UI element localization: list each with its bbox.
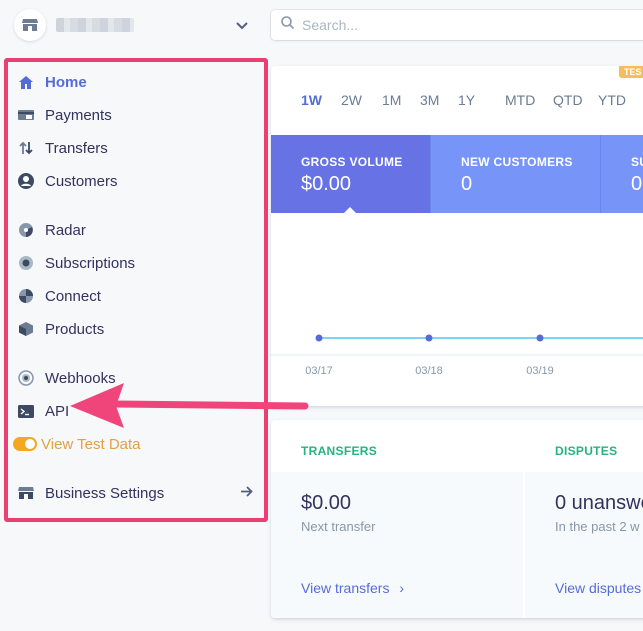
sidebar-item-label: API [45,402,70,420]
sidebar-item-connect[interactable]: Connect [17,283,101,309]
disputes-value: 0 unanswe [555,492,643,514]
metric-label: NEW CUSTOMERS [461,155,573,169]
data-point[interactable] [315,334,323,342]
sidebar-item-label: Transfers [45,139,108,157]
chevron-down-icon[interactable] [236,18,248,33]
transfers-panel: $0.00 Next transfer View transfers › [271,472,523,618]
disputes-heading: DISPUTES [555,444,618,458]
sidebar-item-subscriptions[interactable]: Subscriptions [17,250,135,276]
sidebar-item-label: Business Settings [45,484,165,502]
range-tab[interactable]: 1W [301,92,322,108]
metric-value: 0 [631,173,643,195]
range-tabs: 1W 2W 1M 3M 1Y MTD QTD YTD [271,92,643,112]
customers-icon [17,172,35,190]
products-icon [17,320,35,338]
range-tab[interactable]: 3M [420,92,439,108]
dashboard-card: TES 1W 2W 1M 3M 1Y MTD QTD YTD GROSS VOL… [271,66,643,406]
range-tab[interactable]: QTD [553,92,583,108]
sidebar-item-transfers[interactable]: Transfers [17,135,108,161]
x-tick-label: 03/18 [415,365,443,377]
arrow-right-icon [241,484,253,502]
range-tab[interactable]: 1M [382,92,401,108]
data-point[interactable] [425,334,433,342]
toggle-switch[interactable] [13,437,37,451]
store-icon [14,9,46,41]
sidebar-item-business-settings[interactable]: Business Settings [17,480,253,506]
sidebar-item-label: Connect [45,287,101,305]
sidebar-item-label: Products [45,320,105,338]
gross-volume-chart: 03/1703/1803/190 [271,334,643,377]
search-icon [281,16,295,34]
sidebar-item-view-test-data[interactable]: View Test Data [13,431,141,457]
account-name-blurred [56,18,134,32]
metric-new-customers[interactable]: NEW CUSTOMERS 0 [430,135,600,213]
metrics-bar: GROSS VOLUME $0.00 NEW CUSTOMERS 0 SU 0 [271,135,643,214]
disputes-panel: 0 unanswe In the past 2 w View disputes [525,472,643,618]
link-label: View transfers [301,580,390,596]
store-icon [17,484,35,502]
sidebar-item-api[interactable]: API [17,398,69,424]
transfers-value: $0.00 [301,492,352,514]
sidebar-item-label: Home [45,73,87,91]
account-switcher[interactable] [14,9,254,41]
home-icon [17,73,35,91]
chevron-right-icon: › [399,580,405,596]
transfers-icon [17,139,35,157]
metric-gross-volume[interactable]: GROSS VOLUME $0.00 [271,135,430,214]
range-tab[interactable]: 1Y [458,92,475,108]
sidebar-item-payments[interactable]: Payments [17,102,112,128]
sidebar-highlight-box: Home Payments Transfers Customers Radar … [4,58,268,522]
link-label: View disputes [555,580,642,596]
summary-card: TRANSFERS DISPUTES $0.00 Next transfer V… [271,420,643,618]
data-point[interactable] [536,334,544,342]
subscriptions-icon [17,254,35,272]
disputes-sub: In the past 2 w [555,519,640,534]
sidebar-item-radar[interactable]: Radar [17,217,86,243]
webhooks-icon [17,369,35,387]
sidebar-item-home[interactable]: Home [17,69,87,95]
transfers-sub: Next transfer [301,519,376,534]
sidebar-item-label: Payments [45,106,112,124]
metric-label: SU [631,155,643,169]
search-box[interactable] [271,10,643,40]
radar-icon [17,221,35,239]
transfers-heading: TRANSFERS [301,444,378,458]
range-tab[interactable]: 2W [341,92,362,108]
sidebar-item-label: Subscriptions [45,254,136,272]
sidebar-item-webhooks[interactable]: Webhooks [17,365,116,391]
metric-value: $0.00 [301,173,352,195]
metric-value: 0 [461,173,473,195]
sidebar-item-label: View Test Data [41,435,141,453]
range-tab[interactable]: MTD [505,92,535,108]
sidebar-item-label: Radar [45,221,86,239]
x-tick-label: 03/17 [305,365,333,377]
view-transfers-link[interactable]: View transfers › [301,580,404,596]
range-tab[interactable]: YTD [598,92,626,108]
payments-icon [17,106,35,124]
metric-label: GROSS VOLUME [301,155,403,169]
x-tick-label: 03/19 [526,365,554,377]
terminal-icon [17,402,35,420]
sidebar-item-label: Customers [45,172,118,190]
sidebar-item-customers[interactable]: Customers [17,168,118,194]
sidebar-item-products[interactable]: Products [17,316,104,342]
connect-icon [17,287,35,305]
sidebar-item-label: Webhooks [45,369,116,387]
metric-truncated[interactable]: SU 0 [600,135,643,213]
view-disputes-link[interactable]: View disputes [555,580,641,596]
search-input[interactable] [302,17,602,33]
test-badge: TES [619,66,643,78]
